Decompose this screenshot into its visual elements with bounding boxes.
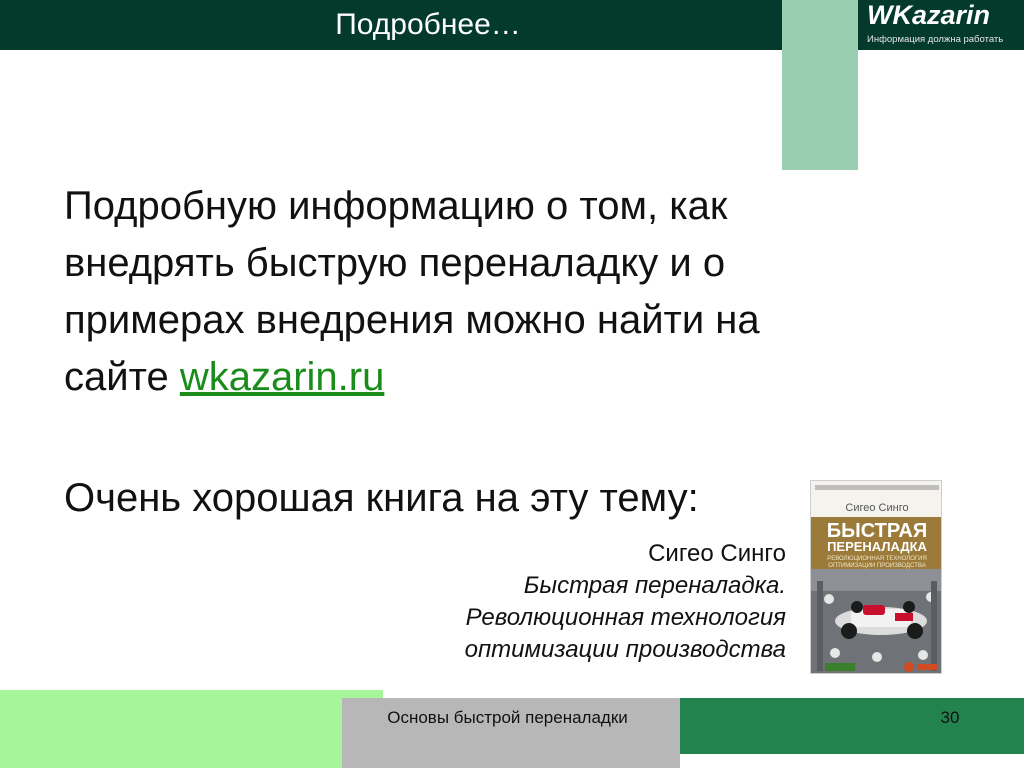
book-heading: Очень хорошая книга на эту тему: xyxy=(64,476,699,520)
page-number: 30 xyxy=(940,708,960,727)
logo: WKazarin Информация должна работать xyxy=(858,0,1024,50)
book-author: Сигео Синго xyxy=(648,540,786,567)
logo-name: WKazarin xyxy=(867,0,991,30)
book-cover-subtitle-line-1: РЕВОЛЮЦИОННАЯ ТЕХНОЛОГИЯ xyxy=(827,556,927,562)
main-paragraph-text: Подробную информацию о том, как внедрять… xyxy=(64,184,760,399)
book-title-line-2: Революционная технология xyxy=(465,604,786,631)
book-title-line-1: Быстрая переналадка. xyxy=(523,572,786,599)
book-title-line-3: оптимизации производства xyxy=(464,636,786,663)
book-cover-image: Сигео Синго БЫСТРАЯ ПЕРЕНАЛАДКА РЕВОЛЮЦИ… xyxy=(810,480,942,674)
site-link[interactable]: wkazarin.ru xyxy=(180,355,385,399)
book-info: Сигео Синго Быстрая переналадка. Революц… xyxy=(465,538,786,666)
main-paragraph: Подробную информацию о том, как внедрять… xyxy=(64,178,844,406)
footer-text: Основы быстрой переналадки xyxy=(387,708,628,727)
footer-left-bar xyxy=(0,690,383,768)
footer-right-bar xyxy=(673,698,1024,754)
slide-title: Подробнее… xyxy=(335,8,521,41)
book-cover-author: Сигео Синго xyxy=(845,502,908,514)
book-cover-title-line-2: ПЕРЕНАЛАДКА xyxy=(827,539,927,554)
book-cover-subtitle-line-2: ОПТИМИЗАЦИИ ПРОИЗВОДСТВА xyxy=(828,563,925,569)
logo-tagline: Информация должна работать xyxy=(867,34,1004,45)
